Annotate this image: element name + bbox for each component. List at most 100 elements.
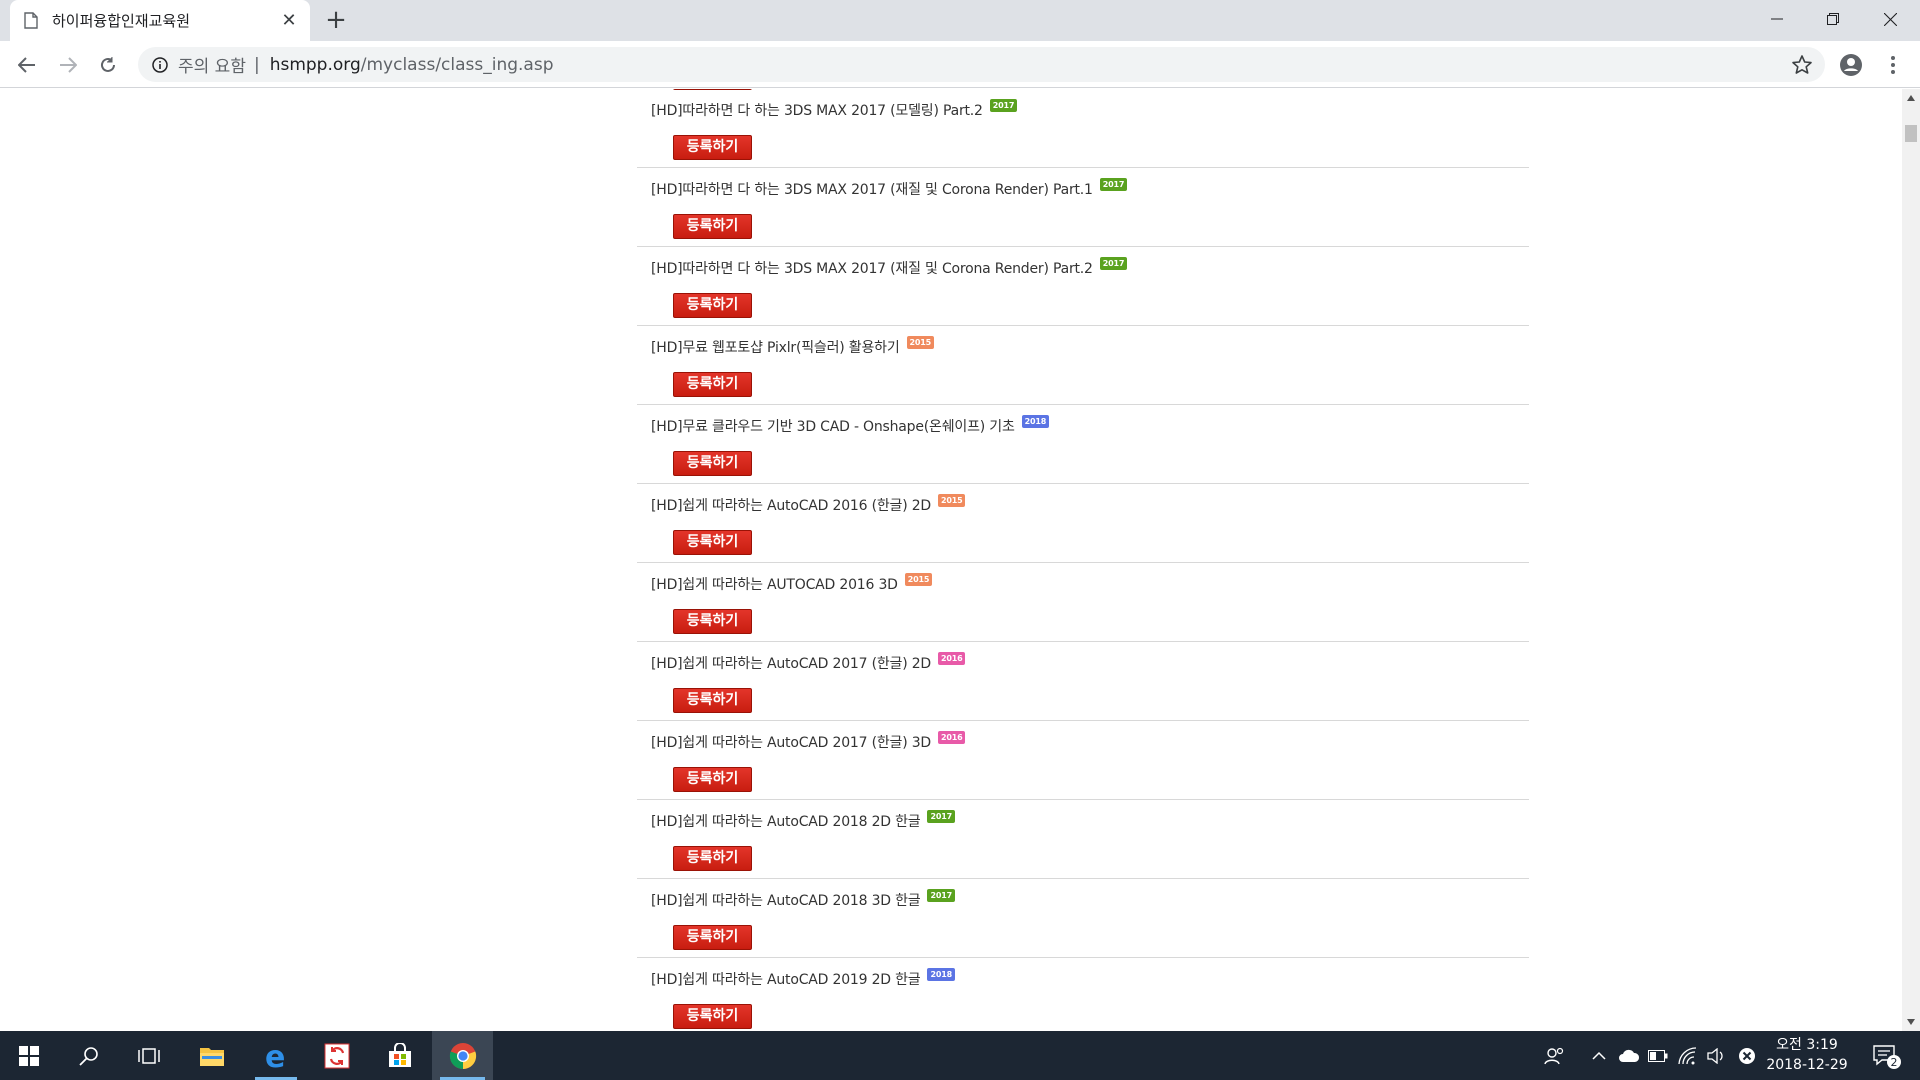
edge-button[interactable]: e	[247, 1031, 305, 1080]
course-list: 등록하기 [HD]따라하면 다 하는 3DS MAX 2017 (모델링) Pa…	[637, 89, 1529, 1031]
course-title[interactable]: [HD]따라하면 다 하는 3DS MAX 2017 (모델링) Part.2 2…	[651, 98, 1018, 120]
year-badge: 2017	[927, 888, 955, 902]
browser-tab[interactable]: 하이퍼융합인재교육원 ✕	[10, 0, 310, 41]
people-button[interactable]	[1537, 1031, 1571, 1080]
close-icon	[1883, 12, 1897, 26]
wifi-icon	[1678, 1046, 1697, 1064]
register-button[interactable]: 등록하기	[673, 688, 752, 713]
people-icon	[1544, 1047, 1564, 1064]
page-icon	[24, 12, 38, 29]
store-icon	[389, 1042, 411, 1067]
start-button[interactable]	[0, 1031, 58, 1080]
course-title[interactable]: [HD]무료 웹포토샵 Pixlr(픽슬러) 활용하기 2015	[651, 335, 934, 357]
onedrive-button[interactable]	[1615, 1031, 1643, 1080]
scroll-down-icon[interactable]	[1907, 1019, 1915, 1025]
chrome-button[interactable]	[432, 1031, 493, 1080]
reload-button[interactable]	[91, 48, 125, 82]
course-title[interactable]: [HD]무료 클라우드 기반 3D CAD - Onshape(온쉐이프) 기초…	[651, 414, 1050, 436]
sync-app-icon	[324, 1043, 350, 1068]
file-explorer-button[interactable]	[183, 1031, 241, 1080]
url-path: /myclass/class_ing.asp	[360, 54, 554, 75]
course-title-text: [HD]쉽게 따라하는 AutoCAD 2017 (한글) 2D	[651, 656, 931, 672]
register-button[interactable]: 등록하기	[673, 1004, 752, 1029]
chrome-icon	[449, 1042, 476, 1069]
year-badge: 2015	[904, 572, 933, 586]
restore-icon	[1827, 13, 1839, 25]
course-title-text: [HD]쉽게 따라하는 AutoCAD 2017 (한글) 3D	[651, 735, 931, 751]
register-button[interactable]: 등록하기	[673, 214, 752, 239]
year-badge: 2017	[989, 98, 1018, 112]
minimize-button[interactable]	[1749, 0, 1805, 38]
course-item: [HD]쉽게 따라하는 AutoCAD 2017 (한글) 3D 2016 등록하기	[637, 721, 1529, 800]
minimize-icon	[1771, 18, 1783, 20]
security-warning[interactable]: 주의 요함	[178, 52, 246, 77]
url-separator: |	[253, 54, 260, 75]
course-title-text: [HD]무료 웹포토샵 Pixlr(픽슬러) 활용하기	[651, 340, 900, 356]
course-title[interactable]: [HD]쉽게 따라하는 AutoCAD 2019 2D 한글 2018	[651, 967, 955, 989]
course-title[interactable]: [HD]쉽게 따라하는 AutoCAD 2018 2D 한글 2017	[651, 809, 955, 831]
arrow-left-icon	[18, 57, 35, 73]
show-hidden-icons-button[interactable]	[1586, 1031, 1612, 1080]
course-title[interactable]: [HD]쉽게 따라하는 AUTOCAD 2016 3D 2015	[651, 572, 933, 594]
task-view-icon	[138, 1047, 160, 1064]
register-button[interactable]: 등록하기	[673, 135, 752, 160]
store-button[interactable]	[371, 1031, 429, 1080]
volume-button[interactable]	[1703, 1031, 1731, 1080]
menu-dot-icon	[1891, 56, 1895, 60]
course-item: [HD]따라하면 다 하는 3DS MAX 2017 (재질 및 Corona …	[637, 168, 1529, 247]
course-title[interactable]: [HD]쉽게 따라하는 AutoCAD 2018 3D 한글 2017	[651, 888, 955, 910]
tab-strip: 하이퍼융합인재교육원 ✕ +	[0, 0, 1920, 41]
close-tab-icon[interactable]: ✕	[278, 10, 300, 32]
register-button[interactable]: 등록하기	[673, 530, 752, 555]
restore-button[interactable]	[1805, 0, 1861, 38]
address-bar[interactable]: 주의 요함 | hsmpp.org /myclass/class_ing.asp	[138, 47, 1825, 82]
course-title[interactable]: [HD]쉽게 따라하는 AutoCAD 2016 (한글) 2D 2015	[651, 493, 966, 515]
register-button[interactable]: 등록하기	[673, 293, 752, 318]
back-button[interactable]	[10, 48, 44, 82]
folder-icon	[200, 1047, 224, 1066]
system-clock[interactable]: 오전 3:19 2018-12-29	[1752, 1035, 1862, 1075]
register-button[interactable]: 등록하기	[673, 925, 752, 950]
forward-button[interactable]	[51, 48, 85, 82]
info-icon[interactable]	[152, 56, 168, 73]
course-title[interactable]: [HD]쉽게 따라하는 AutoCAD 2017 (한글) 2D 2016	[651, 651, 966, 673]
course-item: [HD]무료 클라우드 기반 3D CAD - Onshape(온쉐이프) 기초…	[637, 405, 1529, 484]
battery-icon	[1648, 1049, 1668, 1062]
task-view-button[interactable]	[120, 1031, 178, 1080]
register-button[interactable]: 등록하기	[673, 846, 752, 871]
chevron-up-icon	[1592, 1051, 1606, 1060]
sync-app-button[interactable]	[308, 1031, 366, 1080]
windows-logo-icon	[19, 1045, 39, 1066]
register-button[interactable]: 등록하기	[673, 372, 752, 397]
scrollbar-thumb[interactable]	[1905, 125, 1917, 142]
course-title[interactable]: [HD]따라하면 다 하는 3DS MAX 2017 (재질 및 Corona …	[651, 256, 1128, 278]
new-tab-button[interactable]: +	[322, 7, 350, 34]
search-button[interactable]	[60, 1031, 118, 1080]
course-title[interactable]: [HD]쉽게 따라하는 AutoCAD 2017 (한글) 3D 2016	[651, 730, 966, 752]
close-window-button[interactable]	[1862, 0, 1918, 38]
course-item: [HD]무료 웹포토샵 Pixlr(픽슬러) 활용하기 2015 등록하기	[637, 326, 1529, 405]
clock-time: 오전 3:19	[1776, 1037, 1838, 1053]
register-button[interactable]: 등록하기	[673, 609, 752, 634]
star-icon[interactable]	[1791, 54, 1813, 76]
course-title-text: [HD]쉽게 따라하는 AutoCAD 2018 2D 한글	[651, 814, 921, 830]
course-item: [HD]따라하면 다 하는 3DS MAX 2017 (재질 및 Corona …	[637, 247, 1529, 326]
course-item: [HD]따라하면 다 하는 3DS MAX 2017 (모델링) Part.2 2…	[637, 89, 1529, 168]
search-icon	[79, 1046, 98, 1066]
scroll-up-icon[interactable]	[1907, 95, 1915, 101]
network-button[interactable]	[1674, 1031, 1702, 1080]
course-title[interactable]: [HD]따라하면 다 하는 3DS MAX 2017 (재질 및 Corona …	[651, 177, 1128, 199]
register-button[interactable]: 등록하기	[673, 767, 752, 792]
action-center-button[interactable]: 2	[1862, 1031, 1912, 1080]
account-icon[interactable]	[1838, 52, 1864, 78]
browser-menu-button[interactable]	[1880, 52, 1906, 78]
cloud-icon	[1619, 1049, 1640, 1062]
edge-icon: e	[265, 1043, 285, 1069]
vertical-scrollbar[interactable]	[1902, 89, 1920, 1031]
menu-dot-icon	[1891, 63, 1895, 67]
register-button[interactable]: 등록하기	[673, 451, 752, 476]
course-item: [HD]쉽게 따라하는 AutoCAD 2019 2D 한글 2018 등록하기	[637, 958, 1529, 1031]
browser-toolbar: 주의 요함 | hsmpp.org /myclass/class_ing.asp	[0, 41, 1920, 88]
course-title-text: [HD]쉽게 따라하는 AUTOCAD 2016 3D	[651, 577, 898, 593]
battery-button[interactable]	[1644, 1031, 1672, 1080]
